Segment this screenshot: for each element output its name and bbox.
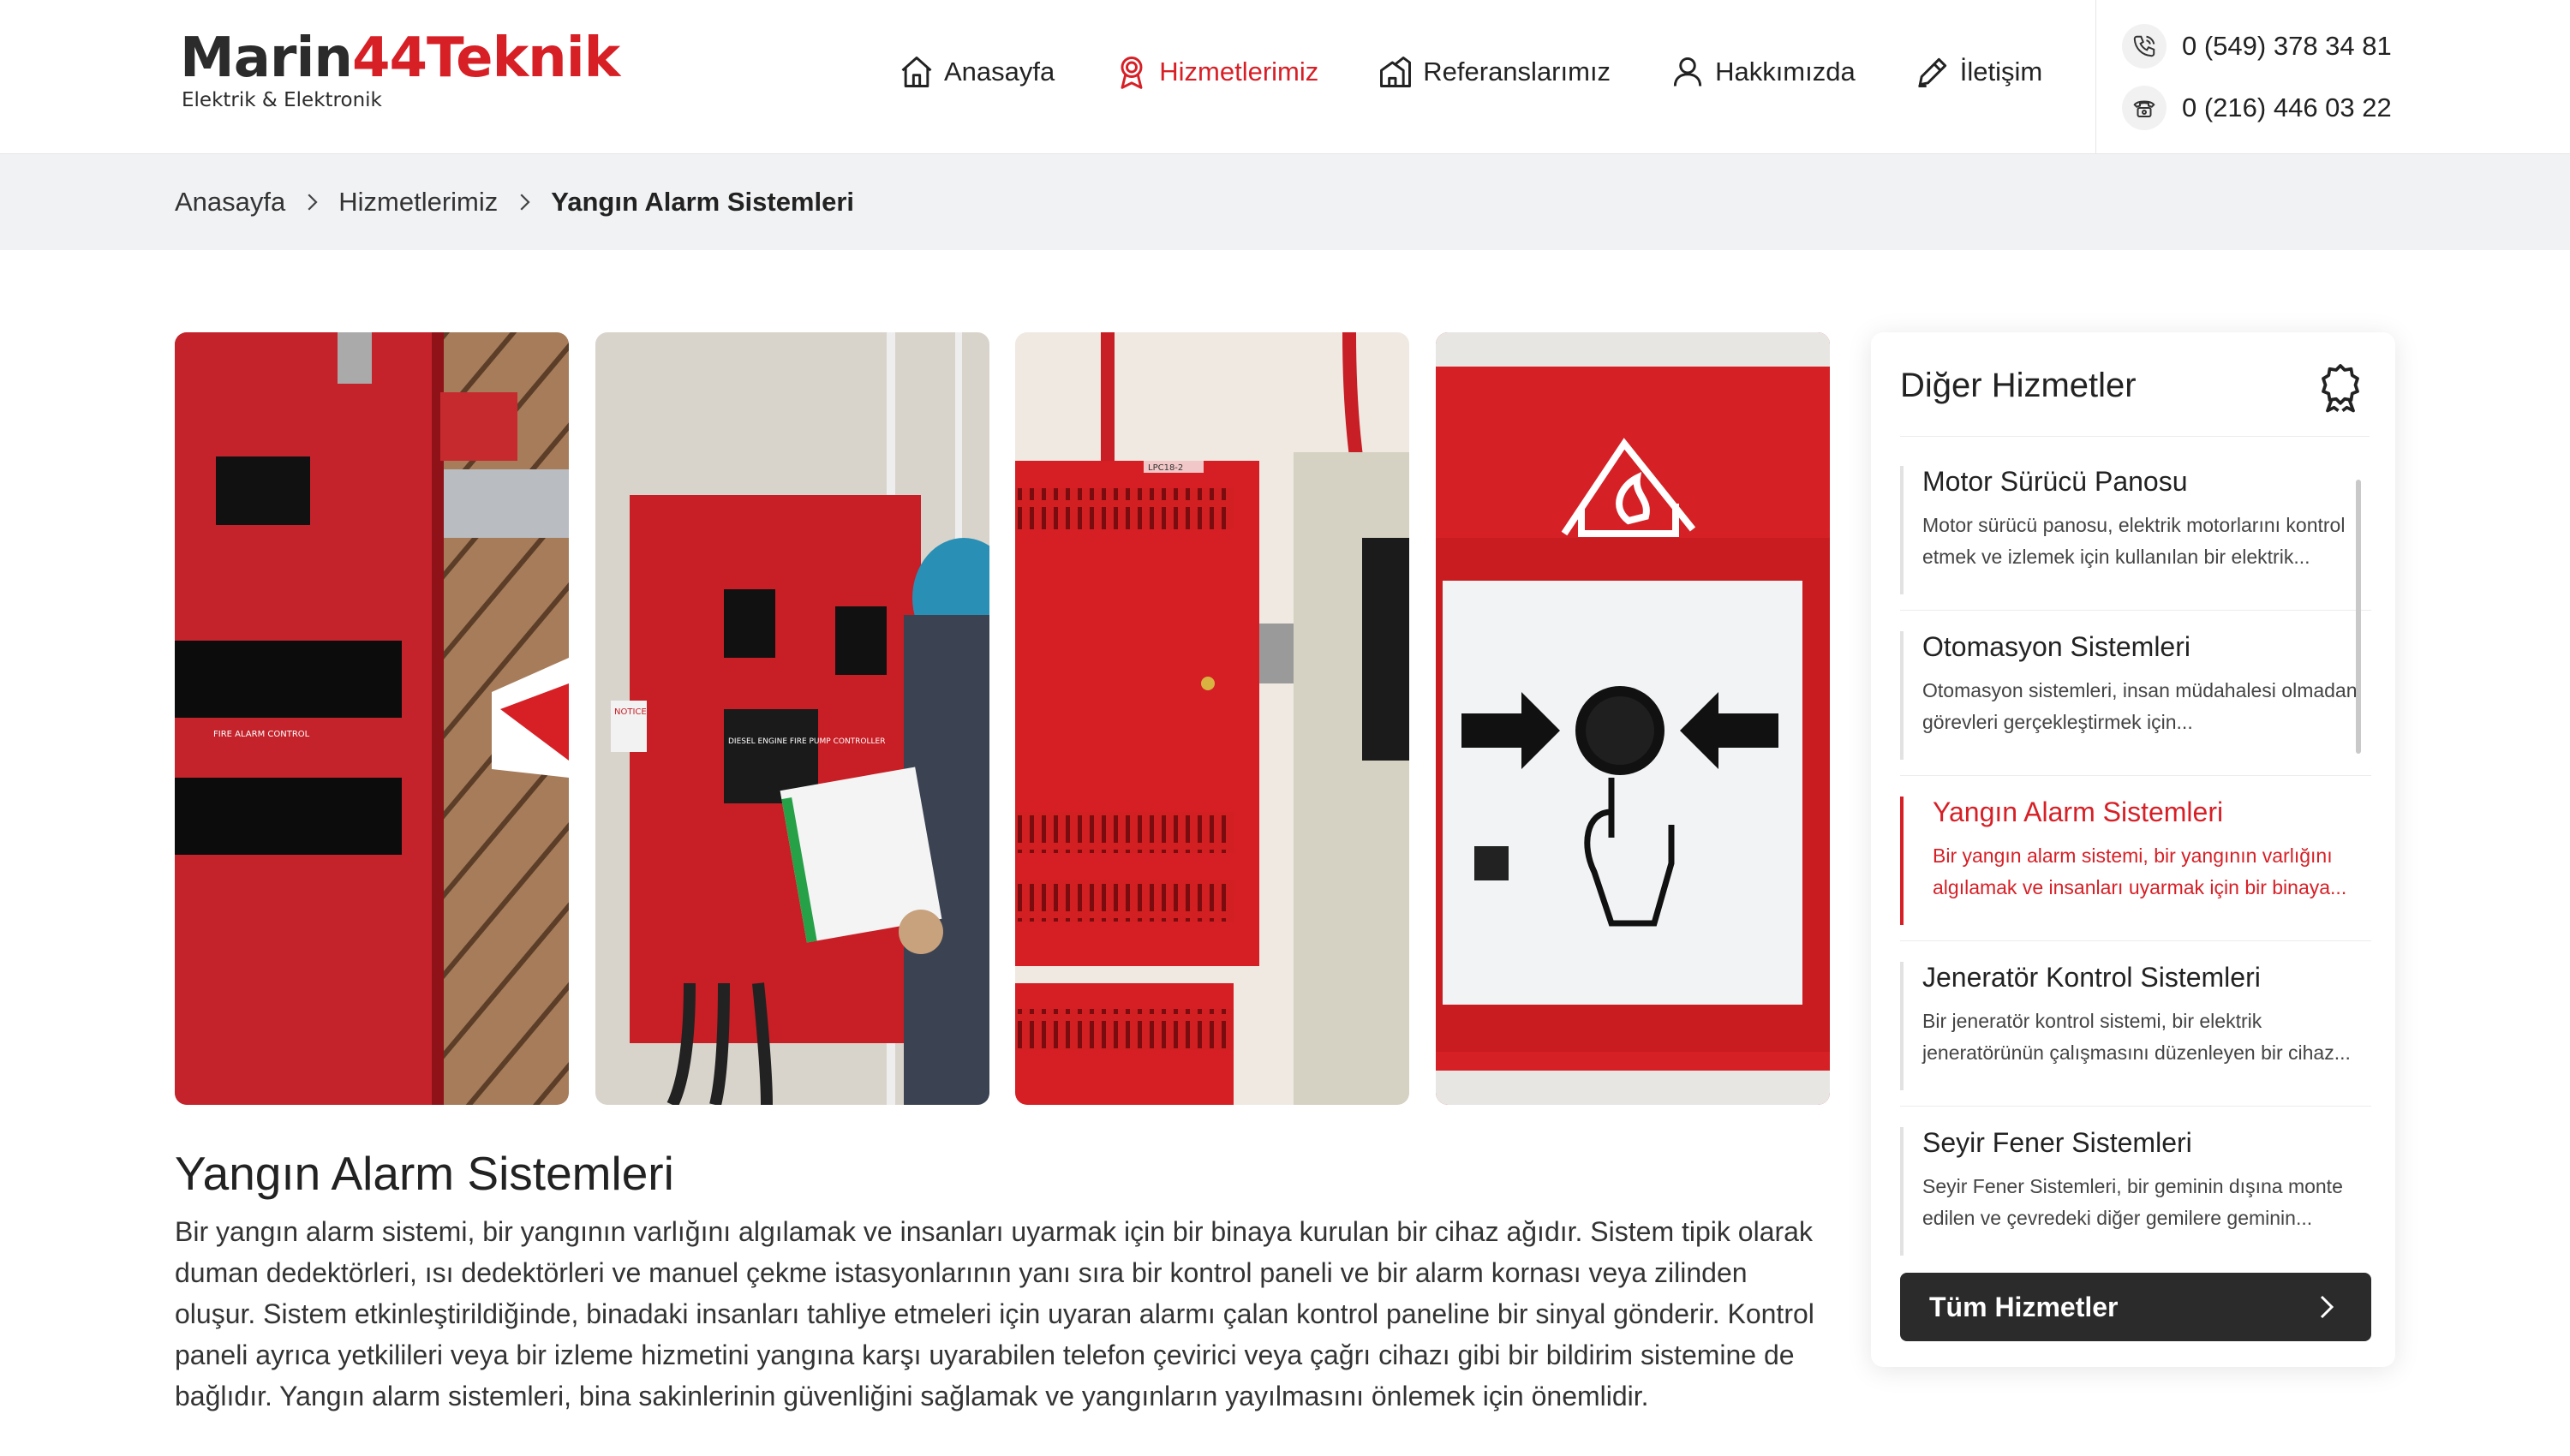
nav-label: Hizmetlerimiz: [1159, 57, 1319, 87]
sidebar-header: Diğer Hizmetler: [1900, 364, 2370, 437]
main-nav: Anasayfa Hizmetlerimiz Referanslarımız H…: [898, 53, 2101, 91]
service-item-yangin-alarm[interactable]: Yangın Alarm Sistemleri Bir yangın alarm…: [1900, 776, 2371, 941]
breadcrumb-current: Yangın Alarm Sistemleri: [551, 187, 855, 217]
notice-label: NOTICE: [614, 707, 647, 717]
gallery-image-fire-alarm-panel[interactable]: FIRE ALARM CONTROL: [175, 332, 569, 1105]
article-body: Bir yangın alarm sistemi, bir yangının v…: [175, 1216, 1814, 1411]
service-desc: Bir yangın alarm sistemi, bir yangının v…: [1933, 844, 2347, 898]
service-title: Seyir Fener Sistemleri: [1922, 1127, 2192, 1158]
user-icon: [1673, 57, 1702, 87]
breadcrumb-home[interactable]: Anasayfa: [175, 187, 285, 218]
service-item-seyir-fener[interactable]: Seyir Fener Sistemleri Seyir Fener Siste…: [1900, 1107, 2371, 1272]
breadcrumb: Anasayfa Hizmetlerimiz Yangın Alarm Sist…: [175, 187, 854, 218]
pen-icon: [1918, 57, 1946, 87]
site-header: Marin44Teknik Elektrik & Elektronik Anas…: [0, 0, 2570, 154]
phone-icon: [2122, 24, 2167, 69]
building-icon: [1380, 57, 1412, 87]
nav-item-hakkimizda[interactable]: Hakkımızda: [1669, 53, 1856, 91]
gallery-image-pump-controller[interactable]: NOTICE DIESEL ENGINE FIRE PUMP CONTROLLE…: [595, 332, 989, 1105]
nav-item-referanslarimiz[interactable]: Referanslarımız: [1377, 53, 1611, 91]
service-desc: Seyir Fener Sistemleri, bir geminin dışı…: [1922, 1175, 2343, 1229]
service-title: Otomasyon Sistemleri: [1922, 631, 2190, 662]
service-desc: Motor sürücü panosu, elektrik motorların…: [1922, 514, 2346, 568]
service-title: Yangın Alarm Sistemleri: [1933, 797, 2224, 827]
service-title: Motor Sürücü Panosu: [1922, 466, 2188, 497]
gallery-image-control-cabinet[interactable]: LPC18-2: [1015, 332, 1410, 1105]
service-item-motor-surucu[interactable]: Motor Sürücü Panosu Motor sürücü panosu,…: [1900, 445, 2371, 611]
cabinet-label-text: LPC18-2: [1148, 463, 1183, 473]
landline-number: 0 (216) 446 03 22: [2182, 92, 2392, 122]
item-indicator: [1900, 631, 1904, 760]
sidebar-title: Diğer Hizmetler: [1900, 367, 2137, 404]
chevron-right-icon: [2320, 1295, 2334, 1319]
service-desc: Bir jeneratör kontrol sistemi, bir elekt…: [1922, 1010, 2351, 1064]
item-indicator: [1900, 1127, 1904, 1256]
nav-label: Anasayfa: [944, 57, 1055, 87]
sidebar-scrollbar[interactable]: [2356, 480, 2361, 754]
item-indicator: [1900, 797, 1904, 925]
services-list: Motor Sürücü Panosu Motor sürücü panosu,…: [1900, 445, 2371, 1272]
logo-wordmark: Marin44Teknik: [180, 27, 620, 90]
breadcrumb-section[interactable]: Hizmetlerimiz: [338, 187, 498, 218]
article-title: Yangın Alarm Sistemleri: [175, 1147, 674, 1200]
home-icon: [901, 57, 932, 87]
nav-item-iletisim[interactable]: İletişim: [1914, 53, 2042, 91]
item-indicator: [1900, 466, 1904, 594]
chevron-right-icon: [520, 194, 530, 211]
panel-label-text: FIRE ALARM CONTROL: [213, 730, 310, 739]
award-icon: [1121, 57, 1143, 89]
telephone-icon: [2122, 86, 2167, 130]
nav-label: İletişim: [1959, 57, 2043, 87]
site-logo[interactable]: Marin44Teknik Elektrik & Elektronik: [180, 27, 620, 111]
all-services-label: Tüm Hizmetler: [1929, 1291, 2119, 1322]
service-desc: Otomasyon sistemleri, insan müdahalesi o…: [1922, 679, 2358, 733]
service-title: Jeneratör Kontrol Sistemleri: [1922, 962, 2261, 993]
mobile-phone-link[interactable]: 0 (549) 378 34 81: [2122, 24, 2392, 69]
nav-item-anasayfa[interactable]: Anasayfa: [898, 53, 1055, 91]
breadcrumb-bar: Anasayfa Hizmetlerimiz Yangın Alarm Sist…: [0, 154, 2570, 250]
contact-block: 0 (549) 378 34 81 0 (216) 446 03 22: [2095, 0, 2570, 154]
service-item-otomasyon[interactable]: Otomasyon Sistemleri Otomasyon sistemler…: [1900, 611, 2371, 776]
award-icon: [2322, 364, 2359, 413]
item-indicator: [1900, 962, 1904, 1090]
gallery-image-manual-call-point[interactable]: [1435, 332, 1830, 1105]
service-gallery: FIRE ALARM CONTROL NOTICE DIESEL ENGINE …: [175, 332, 1830, 1105]
logo-tagline: Elektrik & Elektronik: [182, 89, 382, 111]
nav-item-hizmetlerimiz[interactable]: Hizmetlerimiz: [1113, 53, 1318, 91]
other-services-panel: Diğer Hizmetler Motor Sürücü Panosu Moto…: [1871, 332, 2395, 1367]
chevron-right-icon: [308, 194, 318, 211]
all-services-button[interactable]: Tüm Hizmetler: [1900, 1273, 2371, 1341]
landline-phone-link[interactable]: 0 (216) 446 03 22: [2122, 86, 2392, 130]
controller-label-text: DIESEL ENGINE FIRE PUMP CONTROLLER: [728, 737, 885, 746]
service-item-jenerator[interactable]: Jeneratör Kontrol Sistemleri Bir jenerat…: [1900, 941, 2371, 1107]
nav-label: Hakkımızda: [1715, 57, 1856, 87]
nav-label: Referanslarımız: [1423, 57, 1611, 87]
mobile-number: 0 (549) 378 34 81: [2182, 31, 2392, 61]
